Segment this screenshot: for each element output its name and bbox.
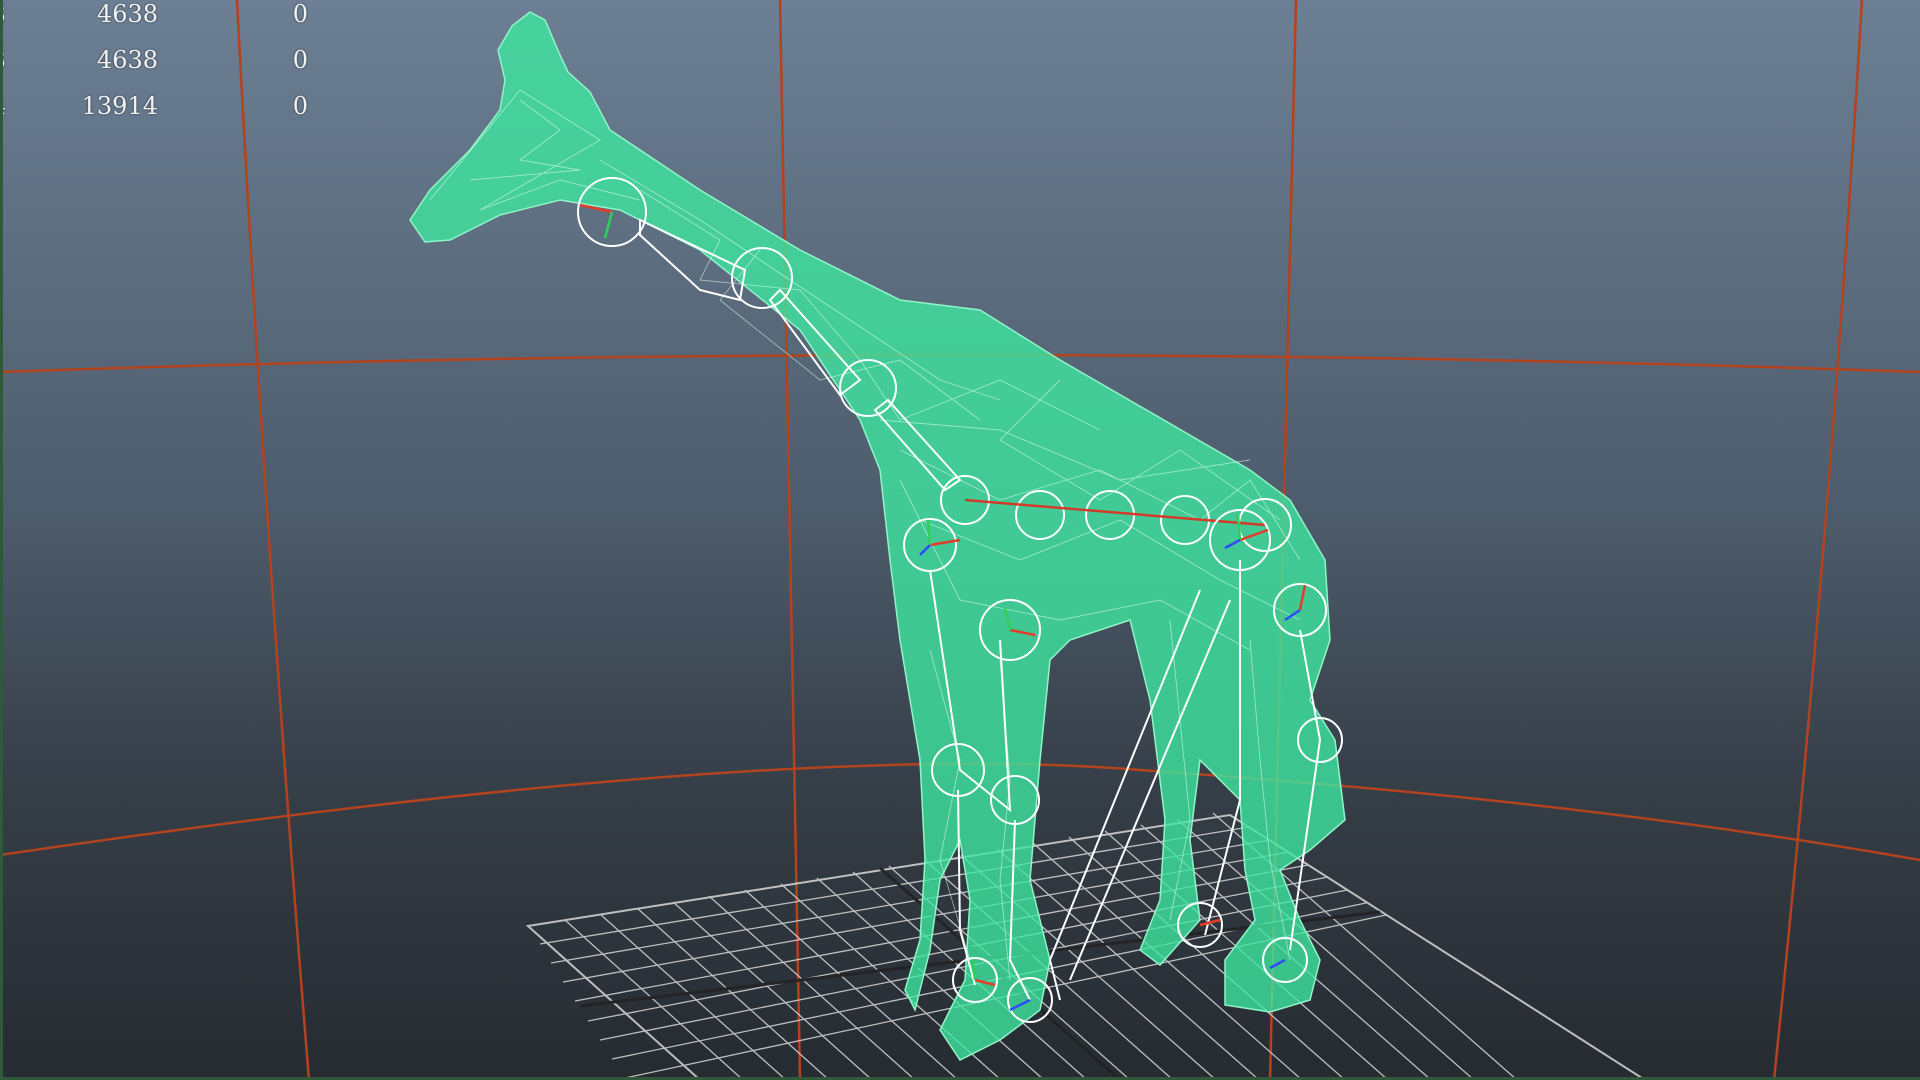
perspective-viewport[interactable]: 3 4638 0 3 4638 0 4 13914 0 [0, 0, 1920, 1080]
hud-row-value: 0 [292, 46, 308, 74]
heads-up-display: 3 4638 0 3 4638 0 4 13914 0 [0, 0, 330, 138]
hud-row-value: 4638 [96, 46, 158, 74]
hud-row-label: 3 [0, 46, 6, 74]
hud-row-label: 4 [0, 92, 6, 120]
viewport-scene[interactable] [0, 0, 1920, 1080]
boundary-grid-vertical-line [235, 0, 311, 1080]
boundary-grid-vertical-line [1772, 0, 1864, 1080]
hud-row-value: 0 [292, 0, 308, 28]
boundary-grid-vertical-line [778, 0, 802, 1080]
hud-row: 4 13914 0 [0, 92, 330, 138]
hud-row-label: 3 [0, 0, 6, 28]
hud-row: 3 4638 0 [0, 46, 330, 92]
hud-row-value: 13914 [81, 92, 158, 120]
ground-grid [525, 812, 1647, 1080]
hud-row: 3 4638 0 [0, 0, 330, 46]
hud-row-value: 4638 [96, 0, 158, 28]
hud-row-value: 0 [292, 92, 308, 120]
